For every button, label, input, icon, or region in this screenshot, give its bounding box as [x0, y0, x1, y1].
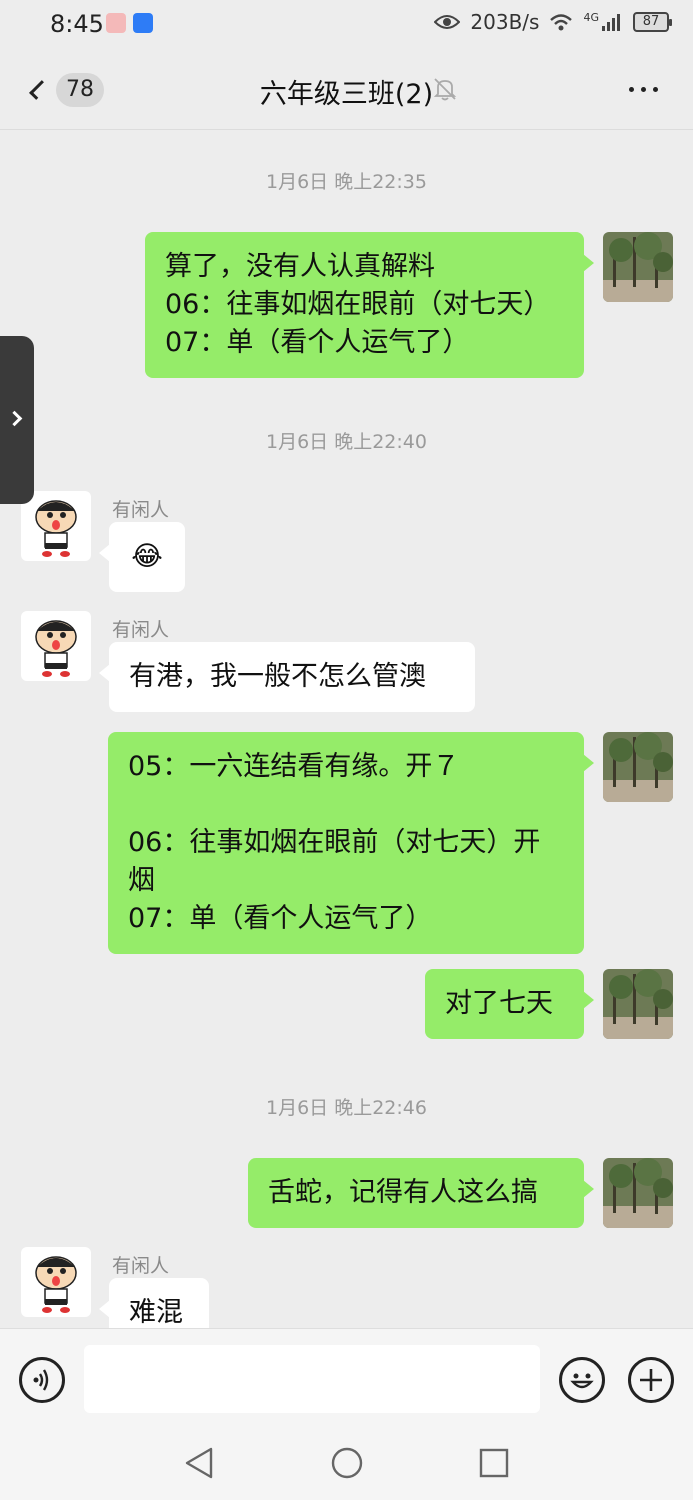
timestamp: 1月6日 晚上22:46 — [266, 1097, 427, 1119]
outgoing-message[interactable]: 对了七天 — [425, 969, 594, 1039]
chat-message-list[interactable]: 1月6日 晚上22:35 算了，没有人认真解料 06：往事如烟在眼前（对七天） … — [0, 131, 693, 1328]
chevron-right-icon — [6, 410, 23, 427]
cartoon-avatar-image — [21, 1247, 91, 1317]
sender-avatar[interactable] — [21, 491, 91, 561]
system-nav-bar — [0, 1428, 693, 1500]
chat-header: 78 六年级三班(2) — [0, 50, 693, 130]
side-panel-handle[interactable] — [0, 336, 34, 504]
chat-title: 六年级三班(2) — [259, 79, 434, 110]
more-dot — [640, 86, 646, 92]
more-dot — [652, 86, 658, 92]
net-speed: 203B/s — [470, 10, 540, 34]
app-notification-icon — [106, 13, 126, 33]
cartoon-avatar-image — [21, 491, 91, 561]
emoji-icon — [570, 1373, 594, 1389]
nav-recents-icon[interactable] — [478, 1447, 510, 1479]
emoji-button[interactable] — [559, 1357, 605, 1403]
outgoing-message[interactable]: 算了，没有人认真解料 06：往事如烟在眼前（对七天） 07：单（看个人运气了） — [145, 232, 594, 378]
timestamp: 1月6日 晚上22:35 — [266, 171, 427, 193]
sender-avatar[interactable] — [21, 611, 91, 681]
incoming-message[interactable]: 难混 — [99, 1278, 209, 1328]
self-avatar[interactable] — [603, 732, 673, 802]
outgoing-message[interactable]: 05：一六连结看有缘。开７ 06：往事如烟在眼前（对七天）开烟 07：单（看个人… — [108, 732, 594, 954]
incoming-message[interactable]: 😂 — [99, 522, 185, 592]
forest-avatar-image — [603, 732, 673, 802]
self-avatar[interactable] — [603, 969, 673, 1039]
sender-name: 有闲人 — [112, 1255, 170, 1277]
status-right-group: 203B/s 4G 87 — [434, 10, 672, 34]
status-time: 8:45 — [50, 10, 104, 38]
bell-off-icon — [433, 78, 457, 101]
outgoing-message[interactable]: 舌蛇，记得有人这么搞 — [248, 1158, 594, 1228]
more-dot — [628, 86, 634, 92]
signal-icon — [602, 14, 620, 31]
plus-button[interactable] — [628, 1357, 674, 1403]
forest-avatar-image — [603, 232, 673, 302]
nav-home-icon[interactable] — [330, 1446, 364, 1480]
forest-avatar-image — [603, 1158, 673, 1228]
message-input-bar — [0, 1328, 693, 1428]
more-options-button[interactable] — [623, 74, 663, 104]
nav-back-icon[interactable] — [183, 1446, 215, 1480]
forest-avatar-image — [603, 969, 673, 1039]
sender-name: 有闲人 — [112, 619, 170, 641]
timestamp: 1月6日 晚上22:40 — [266, 431, 427, 453]
sender-name: 有闲人 — [112, 499, 170, 521]
self-avatar[interactable] — [603, 232, 673, 302]
voice-button[interactable] — [19, 1357, 65, 1403]
self-avatar[interactable] — [603, 1158, 673, 1228]
battery-indicator: 87 — [633, 12, 672, 32]
plus-icon — [640, 1369, 662, 1391]
cartoon-avatar-image — [21, 611, 91, 681]
eye-icon — [434, 15, 461, 29]
incoming-message[interactable]: 有港，我一般不怎么管澳 — [99, 642, 475, 712]
status-bar: 8:45 203B/s 4G 87 — [0, 0, 693, 50]
bulb-notification-icon — [133, 13, 153, 33]
wifi-icon — [550, 14, 573, 31]
network-type: 4G — [583, 10, 599, 24]
message-input[interactable] — [84, 1345, 540, 1413]
voice-icon — [33, 1369, 49, 1391]
sender-avatar[interactable] — [21, 1247, 91, 1317]
